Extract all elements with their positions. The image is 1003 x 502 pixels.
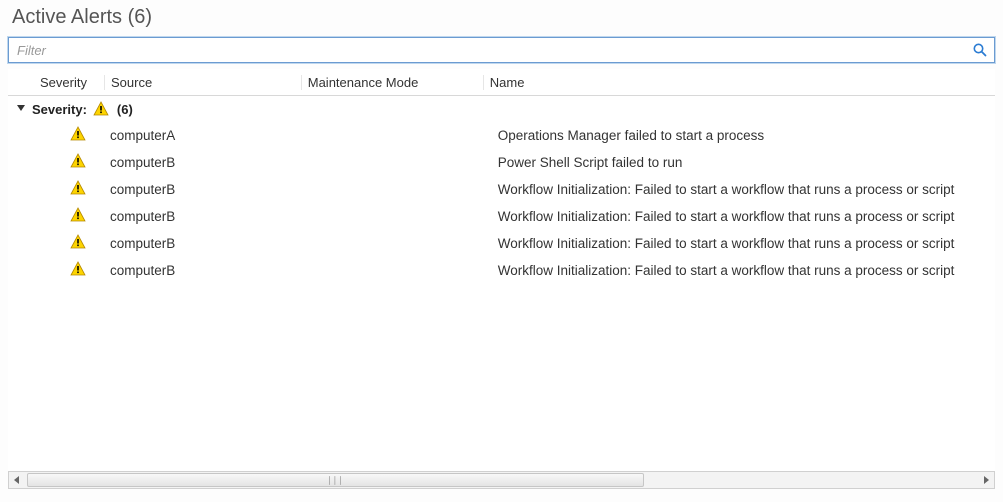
severity-cell [34,153,104,172]
scroll-left-arrow-icon[interactable] [9,472,25,488]
source-cell: computerB [104,182,305,197]
filter-input[interactable] [15,39,972,61]
source-cell: computerB [104,236,305,251]
column-header-maintenance-mode[interactable]: Maintenance Mode [302,75,484,90]
table-row[interactable]: computerB Workflow Initialization: Failed… [8,203,995,230]
grid-body: Severity: (6) computerA Operations Manage… [8,96,995,471]
alerts-panel: Active Alerts (6) Severity Source Mainte… [0,0,1003,502]
warning-icon [70,207,86,226]
scroll-right-arrow-icon[interactable] [978,472,994,488]
page-title: Active Alerts (6) [8,4,995,37]
severity-cell [34,126,104,145]
column-header-severity[interactable]: Severity [34,75,105,90]
horizontal-scrollbar[interactable]: ∣∣∣ [8,471,995,489]
grid-header: Severity Source Maintenance Mode Name [8,69,995,96]
title-text: Active Alerts [12,6,122,28]
filter-box[interactable] [8,37,995,63]
warning-icon [70,261,86,280]
name-cell: Operations Manager failed to start a pro… [492,128,995,143]
group-label: Severity: [32,102,91,117]
warning-icon [70,234,86,253]
alerts-grid: Severity Source Maintenance Mode Name Se… [8,69,995,489]
table-row[interactable]: computerB Workflow Initialization: Failed… [8,176,995,203]
source-cell: computerB [104,209,305,224]
warning-icon [70,153,86,172]
expand-icon[interactable] [14,103,32,116]
severity-cell [34,180,104,199]
search-icon[interactable] [972,42,988,58]
table-row[interactable]: computerB Workflow Initialization: Failed… [8,257,995,284]
name-cell: Workflow Initialization: Failed to start… [492,236,995,251]
warning-icon [70,126,86,145]
scrollbar-track[interactable]: ∣∣∣ [27,473,976,487]
table-row[interactable]: computerB Power Shell Script failed to ru… [8,149,995,176]
group-count: (6) [111,102,133,117]
name-cell: Power Shell Script failed to run [492,155,995,170]
group-row-severity[interactable]: Severity: (6) [8,96,995,122]
warning-icon [91,101,111,117]
scrollbar-grip-icon: ∣∣∣ [327,475,344,486]
title-count: (6) [128,6,152,28]
source-cell: computerB [104,263,305,278]
name-cell: Workflow Initialization: Failed to start… [492,263,995,278]
severity-cell [34,207,104,226]
source-cell: computerB [104,155,305,170]
warning-icon [70,180,86,199]
name-cell: Workflow Initialization: Failed to start… [492,182,995,197]
column-header-name[interactable]: Name [484,75,995,90]
severity-cell [34,234,104,253]
table-row[interactable]: computerB Workflow Initialization: Failed… [8,230,995,257]
severity-cell [34,261,104,280]
scrollbar-thumb[interactable]: ∣∣∣ [27,473,644,487]
source-cell: computerA [104,128,305,143]
table-row[interactable]: computerA Operations Manager failed to st… [8,122,995,149]
name-cell: Workflow Initialization: Failed to start… [492,209,995,224]
column-header-source[interactable]: Source [105,75,302,90]
